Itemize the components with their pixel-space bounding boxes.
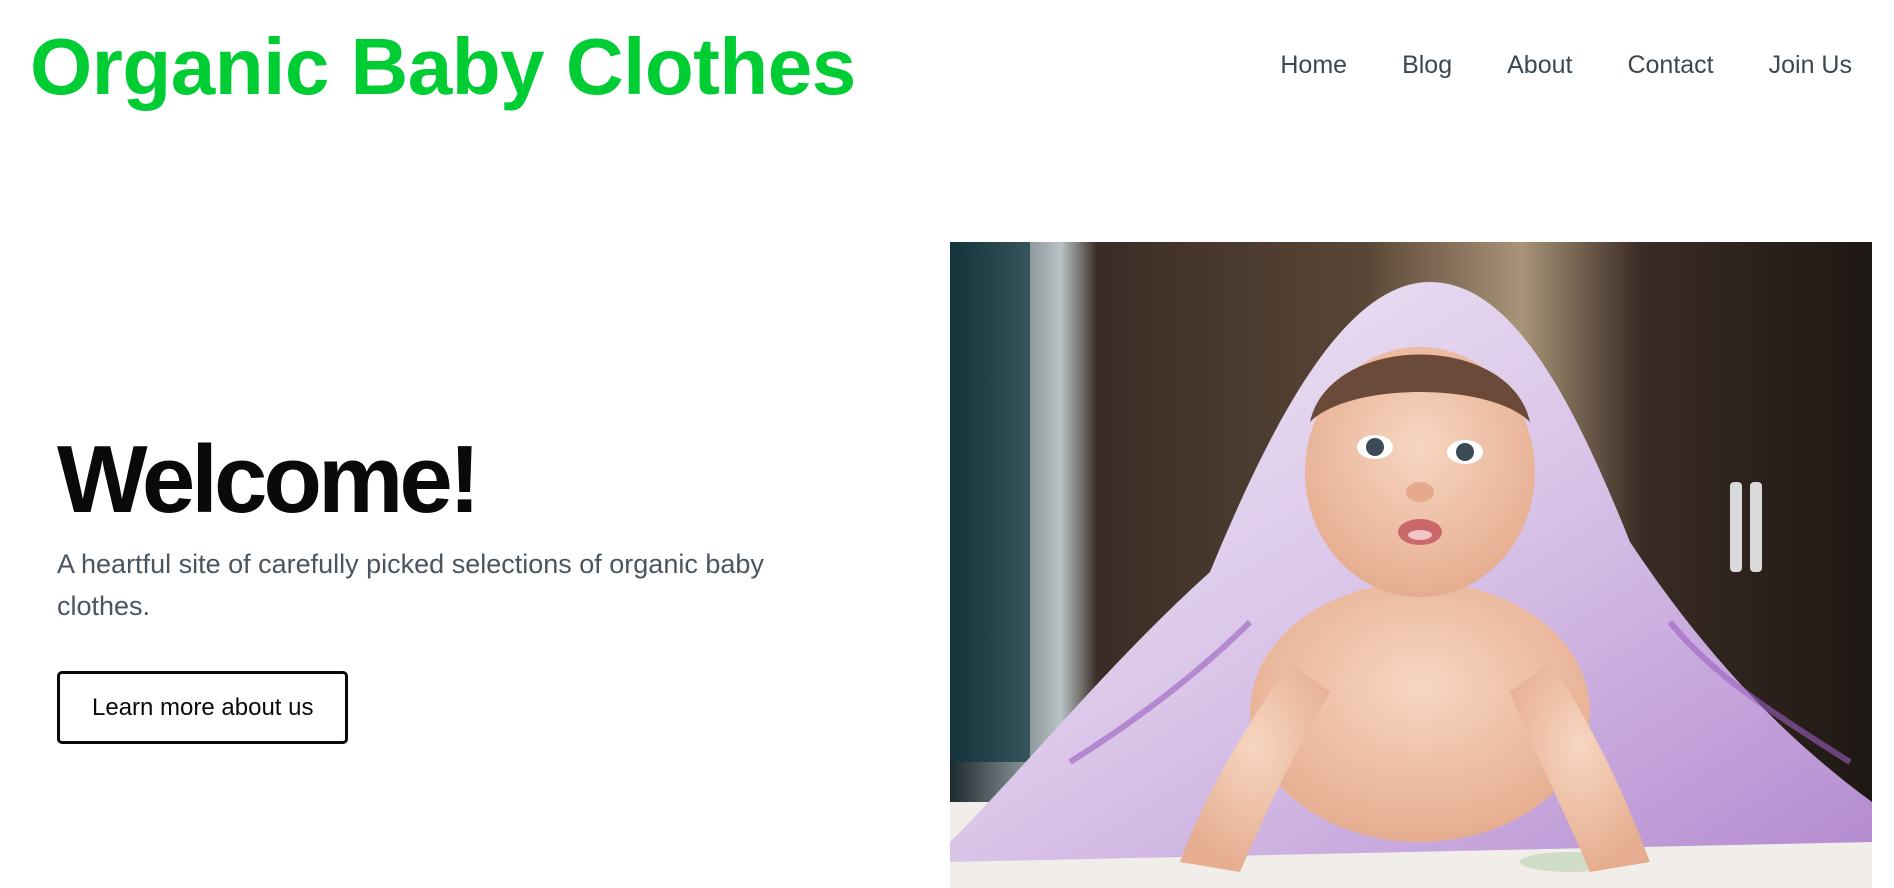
nav-link-join-us[interactable]: Join Us xyxy=(1769,48,1852,82)
nav-link-contact[interactable]: Contact xyxy=(1627,48,1713,82)
site-header: Organic Baby Clothes Home Blog About Con… xyxy=(0,0,1894,140)
nav-link-about[interactable]: About xyxy=(1507,48,1572,82)
baby-photo xyxy=(950,242,1872,888)
site-title[interactable]: Organic Baby Clothes xyxy=(30,22,856,112)
hero-section: Welcome! A heartful site of carefully pi… xyxy=(57,425,857,744)
nav-link-blog[interactable]: Blog xyxy=(1402,48,1452,82)
learn-more-button[interactable]: Learn more about us xyxy=(57,671,349,744)
nav-link-home[interactable]: Home xyxy=(1280,48,1347,82)
welcome-heading: Welcome! xyxy=(57,426,481,533)
hero-subtitle: A heartful site of carefully picked sele… xyxy=(57,549,764,621)
baby-photo-illustration xyxy=(950,242,1872,888)
main-nav: Home Blog About Contact Join Us xyxy=(1280,48,1852,82)
